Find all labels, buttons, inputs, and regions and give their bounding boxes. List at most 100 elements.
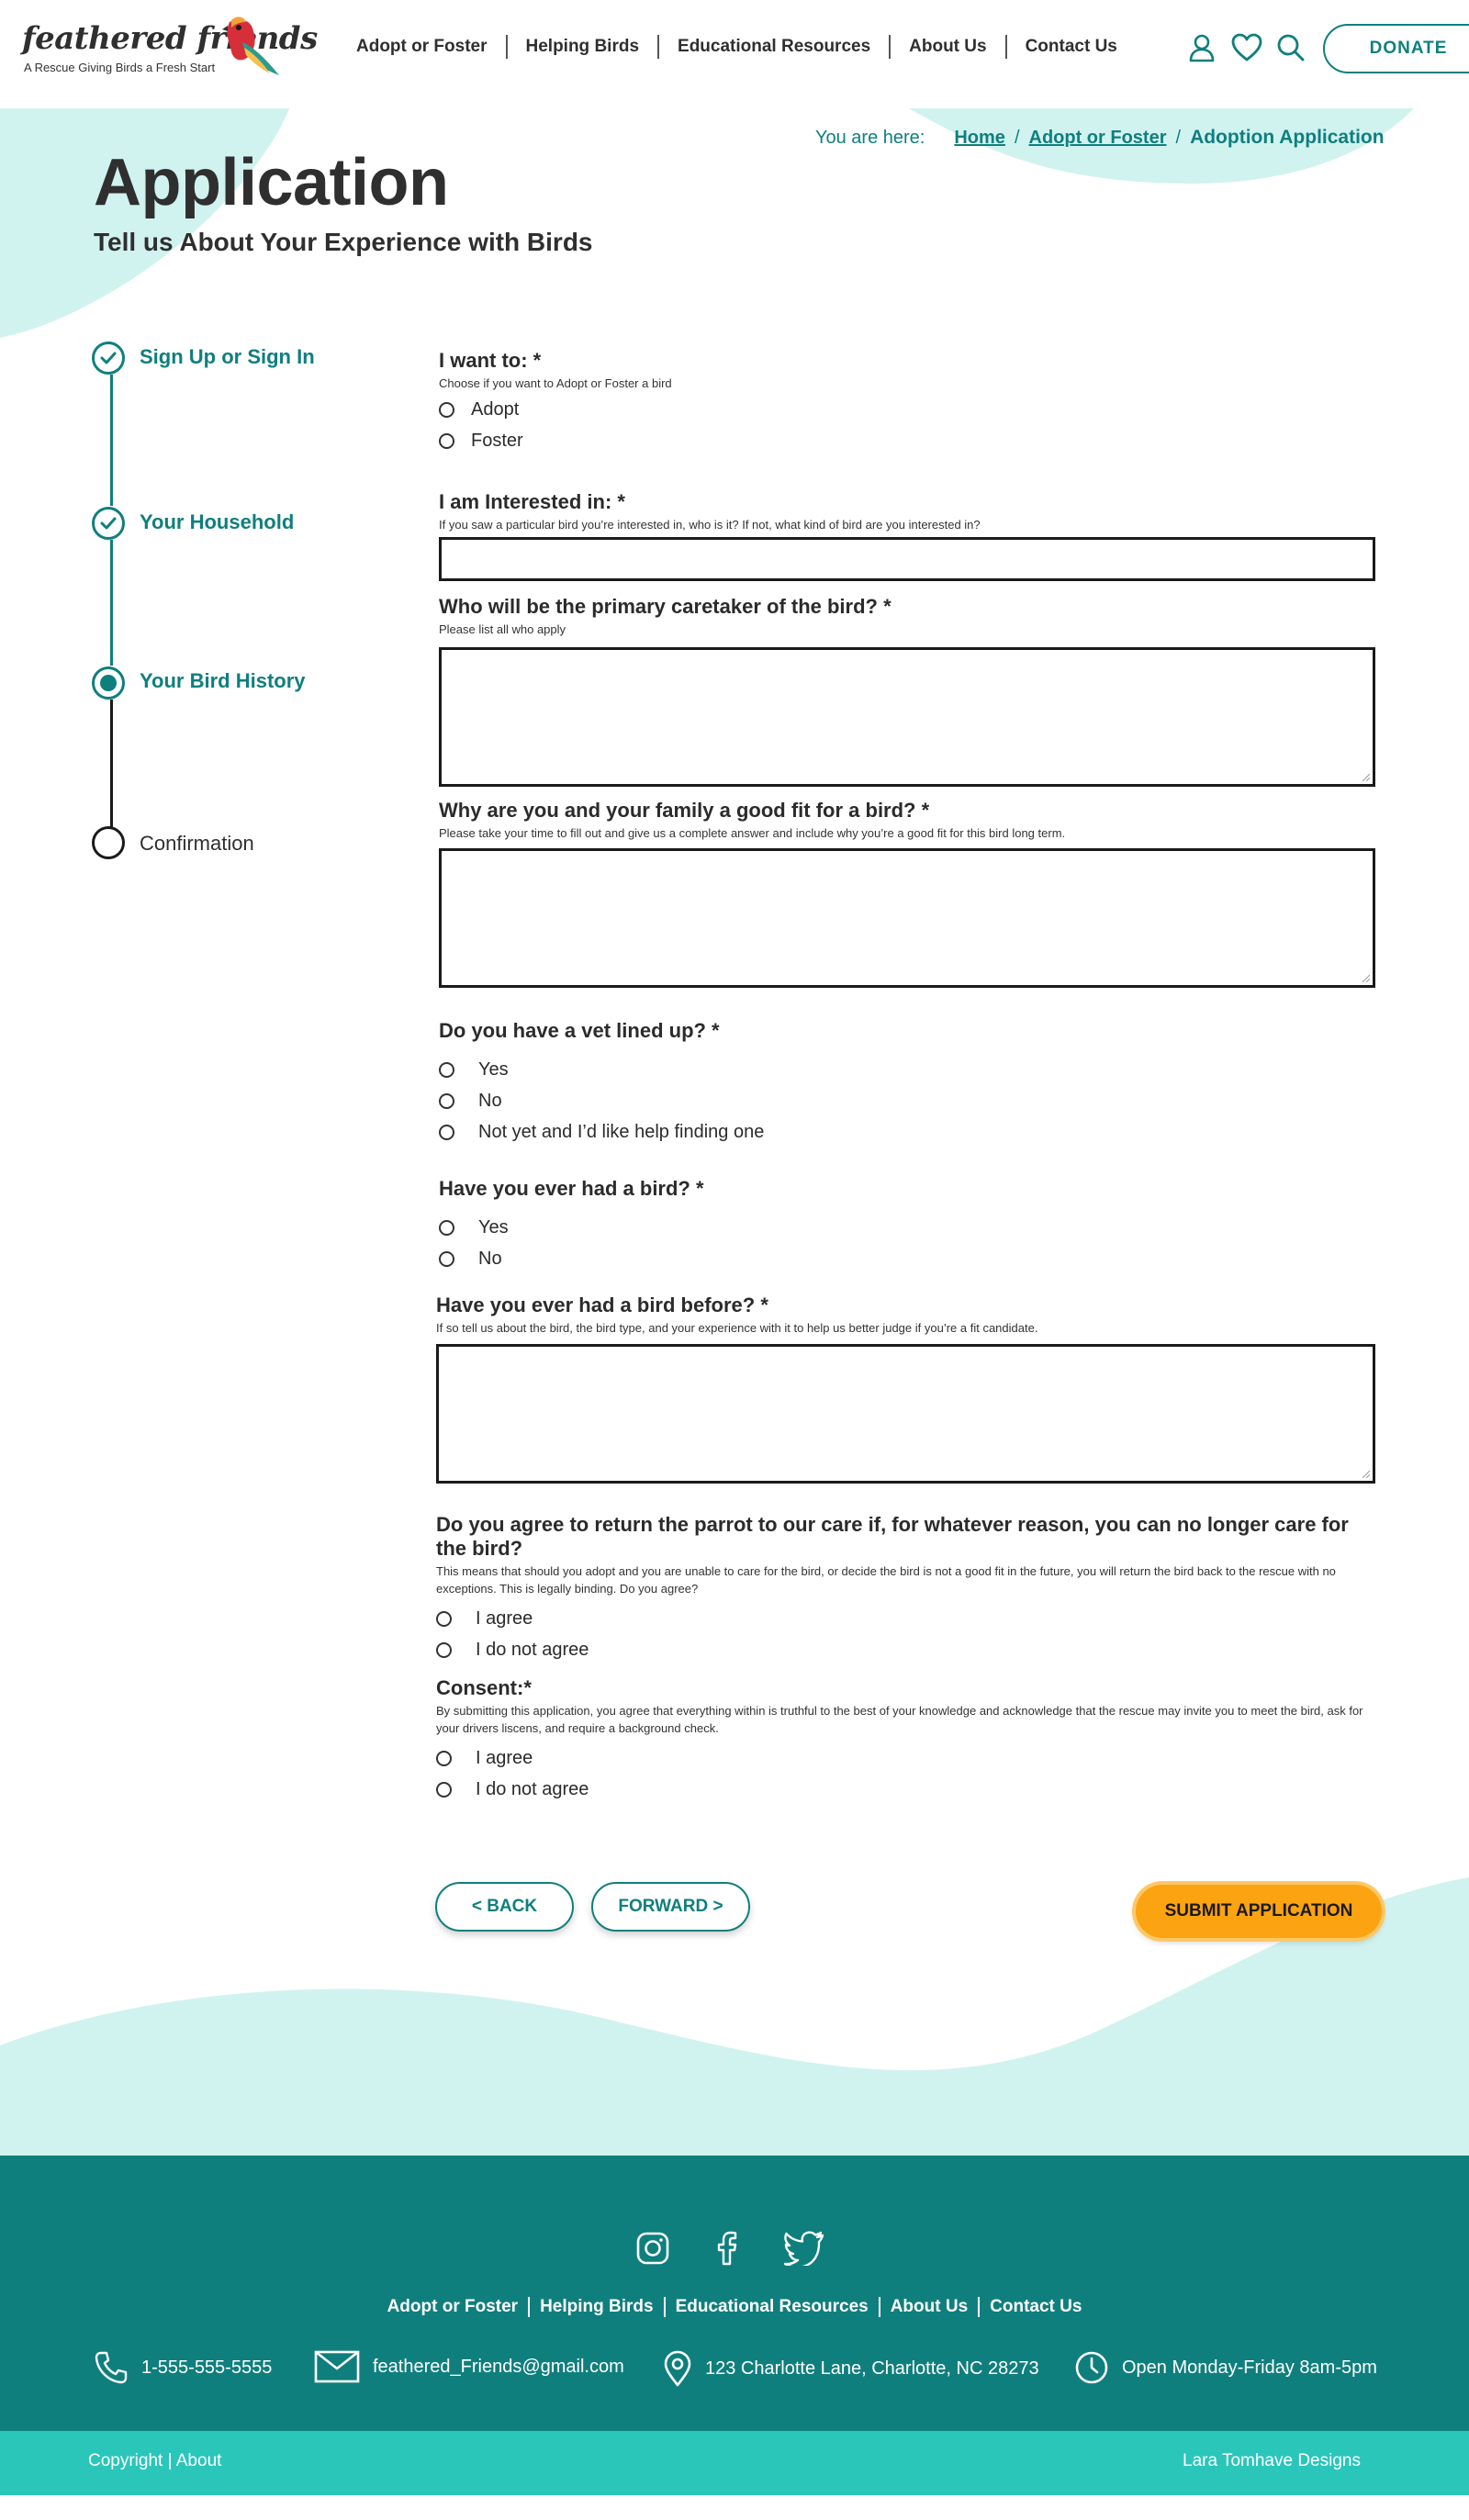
question-help: Choose if you want to Adopt or Foster a … xyxy=(439,376,672,390)
instagram-icon[interactable] xyxy=(635,2231,670,2266)
footer-nav-educational-resources[interactable]: Educational Resources xyxy=(666,2297,880,2317)
user-icon[interactable] xyxy=(1187,33,1217,62)
resize-handle-icon[interactable] xyxy=(1362,1470,1370,1478)
radio-consent-agree[interactable]: I agree xyxy=(436,1742,1373,1774)
radio-button-icon[interactable] xyxy=(439,1061,454,1078)
radio-return-disagree[interactable]: I do not agree xyxy=(436,1634,1373,1665)
question-help: Please take your time to fill out and gi… xyxy=(439,826,1066,840)
radio-had-bird-yes[interactable]: Yes xyxy=(439,1212,1375,1243)
step-current-icon xyxy=(92,666,125,700)
footer-email[interactable]: feathered_Friends@gmail.com xyxy=(314,2350,624,2383)
radio-vet-need-help[interactable]: Not yet and I’d like help finding one xyxy=(439,1116,1375,1148)
radio-button-icon[interactable] xyxy=(439,1219,454,1236)
step-complete-check-icon xyxy=(92,342,125,375)
opening-hours: Open Monday-Friday 8am-5pm xyxy=(1122,2357,1377,2378)
radio-button-icon[interactable] xyxy=(436,1610,452,1627)
question-vet: Do you have a vet lined up? * Yes No Not… xyxy=(439,1019,1375,1148)
search-icon[interactable] xyxy=(1276,33,1306,62)
interested-in-input[interactable] xyxy=(439,537,1375,581)
question-bird-before: Have you ever had a bird before? * If so… xyxy=(436,1294,1373,1337)
clock-icon xyxy=(1075,2351,1108,2384)
breadcrumb-separator: / xyxy=(1175,127,1182,148)
question-label: Have you ever had a bird? * xyxy=(439,1177,704,1200)
question-want-to: I want to: * Choose if you want to Adopt… xyxy=(439,349,1375,456)
radio-vet-no[interactable]: No xyxy=(439,1085,1375,1116)
question-label: Do you agree to return the parrot to our… xyxy=(436,1513,1349,1560)
radio-adopt[interactable]: Adopt xyxy=(439,394,1375,425)
nav-contact-us[interactable]: Contact Us xyxy=(1007,35,1136,59)
nav-educational-resources[interactable]: Educational Resources xyxy=(659,35,891,59)
radio-button-icon[interactable] xyxy=(436,1750,452,1766)
radio-button-icon[interactable] xyxy=(436,1641,452,1658)
street-address: 123 Charlotte Lane, Charlotte, NC 28273 xyxy=(705,2358,1039,2379)
radio-button-icon[interactable] xyxy=(439,432,454,449)
radio-button-icon[interactable] xyxy=(436,1781,452,1798)
question-interested-in: I am Interested in: * If you saw a parti… xyxy=(439,490,1375,533)
footer-hours: Open Monday-Friday 8am-5pm xyxy=(1074,2350,1377,2385)
progress-stepper: Sign Up or Sign In Your Household Your B… xyxy=(92,342,404,874)
heart-icon[interactable] xyxy=(1231,33,1262,62)
phone-number: 1-555-555-5555 xyxy=(141,2357,273,2378)
step-label-sign-up[interactable]: Sign Up or Sign In xyxy=(140,345,315,369)
radio-return-agree[interactable]: I agree xyxy=(436,1603,1373,1634)
question-help: If you saw a particular bird you’re inte… xyxy=(439,518,981,532)
donate-button[interactable]: DONATE xyxy=(1323,24,1469,73)
radio-label: I agree xyxy=(476,1747,533,1768)
footer-nav-adopt-or-foster[interactable]: Adopt or Foster xyxy=(377,2297,531,2317)
question-label: Who will be the primary caretaker of the… xyxy=(439,595,891,618)
radio-button-icon[interactable] xyxy=(439,1092,454,1109)
radio-label: Yes xyxy=(478,1058,509,1080)
forward-button[interactable]: FORWARD > xyxy=(591,1882,750,1932)
mail-icon xyxy=(314,2350,360,2383)
radio-label: Adopt xyxy=(471,398,520,420)
step-label-household[interactable]: Your Household xyxy=(140,510,294,534)
question-label: I am Interested in: * xyxy=(439,490,625,513)
radio-label: I do not agree xyxy=(476,1639,589,1660)
resize-handle-icon[interactable] xyxy=(1362,974,1370,982)
nav-adopt-or-foster[interactable]: Adopt or Foster xyxy=(338,35,508,59)
location-pin-icon xyxy=(664,2350,691,2387)
question-had-bird: Have you ever had a bird? * Yes No xyxy=(439,1177,1375,1274)
breadcrumb-adopt-link[interactable]: Adopt or Foster xyxy=(1029,128,1167,149)
radio-button-icon[interactable] xyxy=(439,1124,454,1140)
bird-before-textarea[interactable] xyxy=(436,1344,1375,1484)
back-button[interactable]: < BACK xyxy=(435,1882,574,1932)
question-label: Why are you and your family a good fit f… xyxy=(439,799,930,822)
step-label-bird-history[interactable]: Your Bird History xyxy=(140,669,306,693)
primary-caretaker-textarea[interactable] xyxy=(439,647,1375,787)
radio-label: Foster xyxy=(471,430,523,451)
main-nav: Adopt or Foster Helping Birds Educationa… xyxy=(338,35,1136,59)
facebook-icon[interactable] xyxy=(711,2231,744,2266)
resize-handle-icon[interactable] xyxy=(1362,773,1370,781)
radio-button-icon[interactable] xyxy=(439,401,454,418)
breadcrumb-home-link[interactable]: Home xyxy=(954,128,1005,149)
parrot-logo-icon[interactable] xyxy=(220,15,283,79)
question-primary-caretaker: Who will be the primary caretaker of the… xyxy=(439,595,1375,638)
page-subtitle: Tell us About Your Experience with Birds xyxy=(94,228,593,256)
nav-about-us[interactable]: About Us xyxy=(891,35,1007,59)
good-fit-textarea[interactable] xyxy=(439,848,1375,988)
question-consent: Consent:* By submitting this application… xyxy=(436,1676,1373,1805)
radio-vet-yes[interactable]: Yes xyxy=(439,1054,1375,1085)
footer-phone[interactable]: 1-555-555-5555 xyxy=(94,2350,272,2385)
phone-icon xyxy=(95,2351,128,2384)
footer-nav-contact-us[interactable]: Contact Us xyxy=(980,2297,1092,2317)
question-good-fit: Why are you and your family a good fit f… xyxy=(439,799,1375,842)
question-label: Consent:* xyxy=(436,1676,532,1699)
radio-foster[interactable]: Foster xyxy=(439,425,1375,456)
copyright-text[interactable]: Copyright | About xyxy=(88,2451,221,2471)
footer xyxy=(0,2156,1469,2431)
step-label-confirmation: Confirmation xyxy=(140,832,254,855)
nav-helping-birds[interactable]: Helping Birds xyxy=(508,35,660,59)
footer-nav-helping-birds[interactable]: Helping Birds xyxy=(530,2297,666,2317)
twitter-icon[interactable] xyxy=(784,2231,824,2266)
radio-had-bird-no[interactable]: No xyxy=(439,1243,1375,1274)
footer-address[interactable]: 123 Charlotte Lane, Charlotte, NC 28273 xyxy=(663,2350,1039,2387)
radio-consent-disagree[interactable]: I do not agree xyxy=(436,1774,1373,1805)
footer-nav-about-us[interactable]: About Us xyxy=(880,2297,981,2317)
site-header: feathered friends A Rescue Giving Birds … xyxy=(0,0,1469,108)
radio-button-icon[interactable] xyxy=(439,1250,454,1267)
submit-application-button[interactable]: SUBMIT APPLICATION xyxy=(1136,1885,1382,1938)
brand-tagline: A Rescue Giving Birds a Fresh Start xyxy=(24,61,216,74)
step-complete-check-icon xyxy=(92,507,125,540)
